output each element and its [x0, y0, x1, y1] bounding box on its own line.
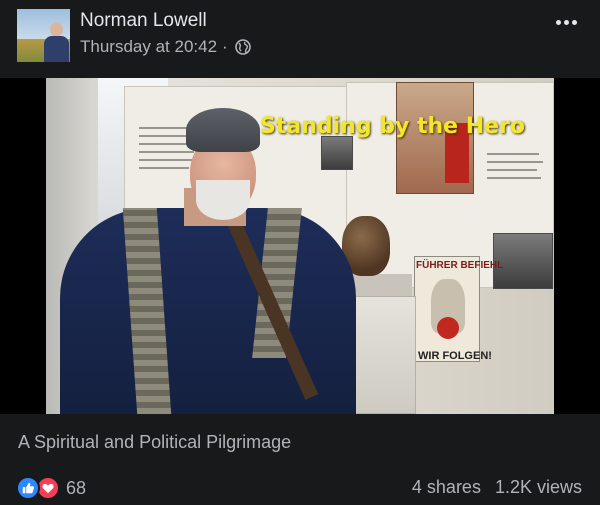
video-player[interactable]: FÜHRER BEFIEHL WIR FOLGEN! Standing by t… — [0, 78, 600, 414]
globe-icon[interactable] — [234, 39, 251, 55]
poster-label: WIR FOLGEN! — [418, 350, 492, 362]
more-options-icon[interactable] — [548, 10, 584, 34]
author-avatar[interactable] — [17, 9, 70, 62]
views-count: 1.2K views — [494, 477, 582, 497]
thumbs-up-icon — [22, 482, 35, 494]
man-beard — [196, 180, 250, 220]
meta-separator: · — [222, 37, 228, 56]
reaction-summary[interactable]: 68 — [16, 474, 86, 502]
panel-text-line — [487, 161, 543, 163]
video-title[interactable]: A Spiritual and Political Pilgrimage — [18, 432, 291, 453]
more-dot — [555, 19, 561, 25]
post-timestamp[interactable]: Thursday at 20:42 — [80, 37, 217, 57]
poster-label: FÜHRER BEFIEHL — [416, 260, 504, 271]
like-reaction-icon — [16, 476, 40, 500]
panel-text-line — [139, 151, 194, 153]
panel-text-line — [139, 159, 199, 161]
reaction-count: 68 — [66, 477, 87, 498]
video-frame[interactable]: FÜHRER BEFIEHL WIR FOLGEN! Standing by t… — [46, 78, 554, 414]
exhibit-poster — [414, 256, 480, 362]
exhibit-photo — [321, 136, 353, 170]
heart-icon — [42, 483, 54, 494]
man-hat — [186, 108, 260, 152]
avatar-person-body — [44, 36, 69, 62]
more-dot — [571, 19, 577, 25]
post-meta: Thursday at 20:42 · — [80, 36, 251, 58]
video-caption: Standing by the Hero — [260, 114, 526, 139]
engagement-stats: 4 shares 1.2K views — [412, 477, 582, 498]
more-dot — [563, 19, 569, 25]
poster-seal — [437, 317, 459, 339]
panel-text-line — [139, 167, 189, 169]
avatar-sky — [17, 9, 70, 39]
panel-text-line — [487, 177, 541, 179]
video-post: Norman Lowell Thursday at 20:42 · FÜHRER… — [0, 0, 600, 505]
panel-text-line — [487, 169, 537, 171]
avatar-person-head — [50, 22, 63, 37]
shares-count[interactable]: 4 shares — [412, 477, 481, 498]
post-header: Norman Lowell Thursday at 20:42 · — [0, 0, 600, 78]
panel-text-line — [487, 153, 539, 155]
author-name[interactable]: Norman Lowell — [80, 10, 207, 32]
